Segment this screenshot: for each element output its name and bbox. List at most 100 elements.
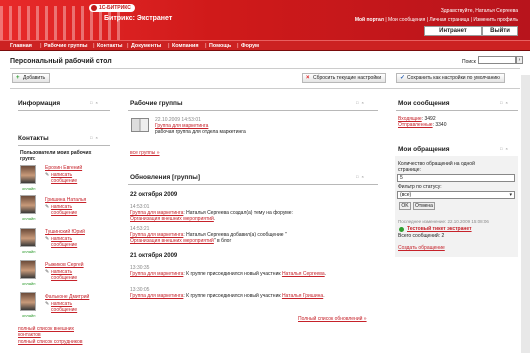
avatar[interactable]: [20, 195, 36, 214]
update-topic-link[interactable]: Организация внешних мероприятий: [130, 238, 214, 244]
intranet-button[interactable]: Интранет: [424, 26, 482, 36]
search-button[interactable]: ›: [516, 56, 523, 64]
panel-bar: [18, 145, 110, 146]
scrollbar[interactable]: [521, 75, 530, 353]
contact-name[interactable]: Рыжиков Сергей: [45, 262, 84, 268]
panel-controls[interactable]: □ ×: [500, 146, 509, 151]
chevron-down-icon: ▾: [509, 192, 512, 198]
panel-controls[interactable]: □ ×: [500, 100, 509, 105]
online-status: онлайн: [22, 186, 36, 191]
pencil-icon: ✎: [45, 301, 50, 307]
nav-workgroups[interactable]: Рабочие группы: [44, 43, 88, 49]
contact-name[interactable]: Фальконе Дмитрий: [45, 294, 89, 300]
sent-link[interactable]: Отправленные: [398, 122, 433, 128]
count-input[interactable]: 5: [397, 174, 515, 182]
all-groups-link[interactable]: все группы »: [130, 150, 160, 156]
avatar[interactable]: [20, 228, 36, 247]
nav-contacts[interactable]: Контакты: [97, 43, 122, 49]
panel-bar: [128, 184, 378, 185]
link-personal-page[interactable]: Личная страница: [429, 17, 469, 23]
contact-name[interactable]: Тушинский Юрий: [45, 229, 85, 235]
contacts-title: Контакты: [18, 135, 49, 142]
ticket-link[interactable]: Тестовый тикет экстранет: [407, 226, 472, 232]
nav-forum[interactable]: Форум: [241, 43, 259, 49]
book-icon: [131, 118, 149, 132]
update-tail: " в блог: [213, 238, 232, 244]
full-updates-link[interactable]: Полный список обновлений »: [298, 316, 367, 322]
nav-home[interactable]: Главная: [10, 43, 32, 49]
save-default-button[interactable]: ✓ Сохранить как настройки по умолчанию: [396, 73, 505, 83]
update-user-link[interactable]: Наталья Гришина: [282, 293, 323, 299]
search-input[interactable]: [478, 56, 516, 64]
update-group-link[interactable]: Группа для маркетинга: [130, 293, 183, 299]
avatar[interactable]: [20, 260, 36, 279]
pencil-icon: ✎: [45, 204, 50, 210]
full-employees-link[interactable]: полный список сотрудников: [18, 339, 82, 345]
group-description: рабочая группа для отдела маркетинга: [155, 129, 246, 135]
tickets-title: Мои обращения: [398, 146, 450, 153]
main-nav: Главная | Рабочие группы | Контакты | До…: [0, 40, 530, 51]
link-edit-profile[interactable]: Изменить профиль: [473, 17, 518, 23]
online-status: онлайн: [22, 216, 36, 221]
header-banner: 1С-БИТРИКС Битрикс: Экстранет Здравствуй…: [0, 0, 530, 40]
ticket-status-icon: [399, 227, 404, 232]
add-button-label: Добавить: [23, 75, 46, 81]
ok-button[interactable]: OK: [399, 202, 411, 210]
update-topic-link[interactable]: Организация внешних мероприятий: [130, 216, 214, 222]
online-status: онлайн: [22, 313, 36, 318]
update-text-cont: Организация внешних мероприятий" в блог: [130, 238, 231, 244]
update-text: Группа для маркетинга: К группе присоеди…: [130, 293, 325, 299]
update-tail: .: [213, 216, 216, 222]
bitrix-logo-icon: [91, 5, 97, 11]
update-tail: .: [323, 293, 325, 299]
avatar[interactable]: [20, 292, 36, 311]
full-external-contacts-link[interactable]: контактов: [18, 332, 41, 338]
contact-name[interactable]: Ерохин Евгений: [45, 165, 82, 171]
reset-settings-button[interactable]: × Сбросить текущие настройки: [302, 73, 387, 83]
plus-icon: +: [16, 75, 20, 81]
last-change: Последнее изменение: 22.10.2009 15:08:06: [398, 219, 489, 224]
info-title: Информация: [18, 100, 61, 107]
nav-company[interactable]: Компания: [172, 43, 198, 49]
link-my-messages[interactable]: Мои сообщения: [388, 17, 425, 23]
update-group-link[interactable]: Группа для маркетинга: [130, 271, 183, 277]
cancel-button[interactable]: Отмена: [413, 202, 435, 210]
exit-button[interactable]: Выйти: [482, 26, 518, 36]
add-button[interactable]: + Добавить: [12, 73, 51, 83]
panel-bar: [396, 110, 518, 111]
status-select[interactable]: (все) ▾: [397, 191, 515, 199]
panel-controls[interactable]: □ ×: [90, 135, 99, 140]
write-message-link[interactable]: сообщение: [51, 242, 77, 248]
avatar[interactable]: [20, 165, 36, 184]
messages-title: Мои сообщения: [398, 100, 450, 107]
write-message-link[interactable]: сообщение: [51, 210, 77, 216]
nav-documents[interactable]: Документы: [131, 43, 161, 49]
online-status: онлайн: [22, 281, 36, 286]
panel-bar: [18, 110, 110, 111]
sent-row: Отправленные: 3340: [398, 122, 447, 128]
cross-icon: ×: [306, 75, 310, 81]
write-message-link[interactable]: сообщение: [51, 275, 77, 281]
write-message-link[interactable]: сообщение: [51, 307, 77, 313]
update-text: Группа для маркетинга: К группе присоеди…: [130, 271, 326, 277]
pencil-icon: ✎: [45, 172, 50, 178]
sent-count: 3340: [435, 122, 447, 128]
write-message-link[interactable]: сообщение: [51, 178, 77, 184]
divider: [10, 68, 520, 69]
update-user-link[interactable]: Наталья Сергеева: [282, 271, 325, 277]
nav-help[interactable]: Помощь: [209, 43, 231, 49]
pencil-icon: ✎: [45, 269, 50, 275]
status-filter-label: Фильтр по статусу:: [398, 184, 442, 190]
panel-controls[interactable]: □ ×: [356, 100, 365, 105]
panel-controls[interactable]: □ ×: [356, 174, 365, 179]
create-ticket-link[interactable]: Создать обращение: [398, 245, 445, 251]
count-label: странице:: [398, 167, 421, 173]
logo-text: 1С-БИТРИКС: [99, 5, 131, 11]
link-my-portal[interactable]: Мой портал: [355, 17, 384, 23]
panel-controls[interactable]: □ ×: [90, 100, 99, 105]
bitrix-logo[interactable]: 1С-БИТРИКС: [89, 4, 135, 12]
contact-name[interactable]: Гришина Наталья: [45, 197, 86, 203]
save-button-label: Сохранить как настройки по умолчанию: [407, 75, 500, 81]
online-status: онлайн: [22, 249, 36, 254]
update-date: 21 октября 2009: [130, 253, 178, 259]
